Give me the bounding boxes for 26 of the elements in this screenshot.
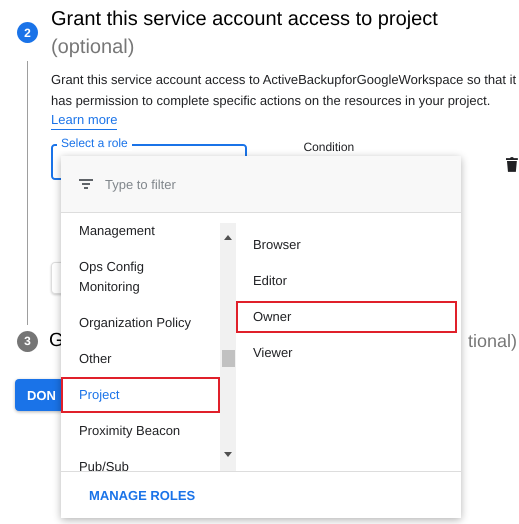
scroll-up-icon[interactable]: [224, 235, 232, 240]
learn-more-link[interactable]: Learn more: [51, 111, 118, 130]
step-description: Grant this service account access to ActiveBackupforGoogleWorkspace so that it has permission to complete specific actions on the resources in your project.: [51, 71, 518, 110]
condition-label: Condition: [303, 140, 354, 154]
role-category-item[interactable]: Proximity Beacon: [61, 413, 220, 449]
role-category-item[interactable]: Organization Policy: [61, 305, 220, 341]
scroll-down-icon[interactable]: [224, 452, 232, 457]
step-number: 3: [17, 330, 38, 352]
role-category-item[interactable]: Management: [61, 213, 220, 249]
role-category-item[interactable]: Project: [61, 377, 220, 413]
role-category-item[interactable]: Ops Config Monitoring: [61, 249, 220, 305]
role-category-item[interactable]: Other: [61, 341, 220, 377]
delete-icon[interactable]: [505, 156, 519, 172]
manage-roles-button[interactable]: MANAGE ROLES: [79, 482, 206, 508]
role-item[interactable]: Editor: [236, 265, 457, 297]
role-item[interactable]: Owner: [236, 301, 457, 333]
role-item[interactable]: Viewer: [236, 337, 457, 369]
step-title: Grant this service account access to project: [51, 7, 438, 32]
filter-icon: [79, 179, 93, 189]
scrollbar-track[interactable]: [220, 223, 236, 471]
scrollbar-thumb[interactable]: [222, 350, 234, 367]
role-category-item[interactable]: Pub/Sub: [61, 449, 220, 471]
role-item[interactable]: Browser: [236, 229, 457, 261]
step-subtitle: tional): [468, 330, 517, 353]
step-number: 2: [17, 22, 38, 43]
step-subtitle: (optional): [51, 35, 136, 60]
